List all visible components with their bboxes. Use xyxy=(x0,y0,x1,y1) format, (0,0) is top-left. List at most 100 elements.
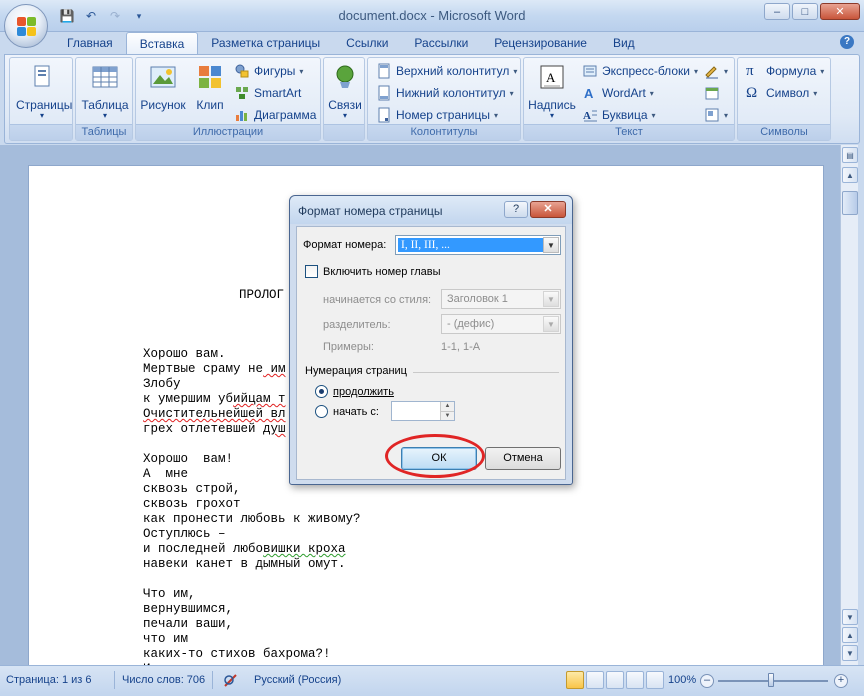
group-illustrations: Рисунок Клип Фигуры ▾ SmartArt Диаграмма … xyxy=(135,57,321,141)
object-button[interactable]: ▾ xyxy=(704,106,728,124)
tab-1[interactable]: Вставка xyxy=(125,32,199,54)
group-label-pages xyxy=(10,124,72,140)
clip-button[interactable]: Клип xyxy=(190,62,230,112)
document-heading: ПРОЛОГ xyxy=(239,288,285,302)
ruler-toggle-icon[interactable]: ▤ xyxy=(842,147,858,163)
dialog-close-button[interactable]: ✕ xyxy=(530,201,566,218)
tab-5[interactable]: Рецензирование xyxy=(481,32,600,54)
close-button[interactable]: ✕ xyxy=(820,3,860,20)
start-at-spinner[interactable]: ▲ ▼ xyxy=(391,401,455,421)
full-screen-reading-icon[interactable] xyxy=(586,671,604,689)
scroll-thumb[interactable] xyxy=(842,191,858,215)
document-line: Что им, xyxy=(143,587,196,601)
shapes-button[interactable]: Фигуры ▾ xyxy=(234,62,303,80)
previous-page-icon[interactable]: ▲ xyxy=(842,627,858,643)
continue-radio[interactable] xyxy=(315,385,328,398)
minimize-button[interactable]: – xyxy=(764,3,790,20)
clip-art-icon xyxy=(199,66,221,88)
page-count[interactable]: Страница: 1 из 6 xyxy=(6,674,92,686)
number-format-select[interactable]: I, II, III, ... ▼ xyxy=(395,235,561,255)
next-page-icon[interactable]: ▼ xyxy=(842,645,858,661)
pages-icon xyxy=(34,65,50,87)
outline-view-icon[interactable] xyxy=(626,671,644,689)
signature-line-button[interactable]: ▾ xyxy=(704,62,728,80)
group-links: Связи ▾ xyxy=(323,57,365,141)
document-line: Оступлюсь – xyxy=(143,527,226,541)
dialog-title-bar[interactable]: Формат номера страницы ? ✕ xyxy=(290,196,572,224)
scroll-up-icon[interactable]: ▲ xyxy=(842,167,858,183)
zoom-in-icon[interactable]: + xyxy=(834,674,848,688)
header-button[interactable]: Верхний колонтитул ▾ xyxy=(376,62,517,80)
table-button[interactable]: Таблица ▾ xyxy=(78,62,132,120)
vertical-scrollbar[interactable]: ▤ ▲ ▼ ▲ ▼ xyxy=(840,145,858,665)
word-count[interactable]: Число слов: 706 xyxy=(122,674,205,686)
symbol-button[interactable]: Ω Символ ▾ xyxy=(746,84,817,102)
zoom-slider-thumb[interactable] xyxy=(768,673,774,687)
group-label-links xyxy=(324,124,364,140)
document-line: и последней любовишки кроха xyxy=(143,542,346,556)
help-icon[interactable]: ? xyxy=(840,35,854,49)
spinner-up-icon[interactable]: ▲ xyxy=(440,402,454,411)
draft-view-icon[interactable] xyxy=(646,671,664,689)
dropcap-button[interactable]: A Буквица ▾ xyxy=(582,106,656,124)
proofing-icon[interactable] xyxy=(222,672,240,690)
footer-button[interactable]: Нижний колонтитул ▾ xyxy=(376,84,514,102)
signature-line-icon xyxy=(705,66,718,79)
numbering-section-label: Нумерация страниц xyxy=(305,365,407,377)
title-bar: 💾 ↶ ↷ ▾ document.docx - Microsoft Word –… xyxy=(0,0,864,32)
wordart-icon: A xyxy=(584,86,594,101)
number-format-value: I, II, III, ... xyxy=(398,238,546,252)
document-line: что им xyxy=(143,632,189,646)
separator-select[interactable]: - (дефис) ▼ xyxy=(441,314,561,334)
tab-0[interactable]: Главная xyxy=(54,32,126,54)
start-at-label[interactable]: начать с: xyxy=(333,406,379,418)
start-at-radio[interactable] xyxy=(315,405,328,418)
maximize-button[interactable]: □ xyxy=(792,3,818,20)
group-pages: Страницы ▾ xyxy=(9,57,73,141)
omega-icon: Ω xyxy=(746,85,758,101)
quickparts-button[interactable]: Экспресс-блоки ▾ xyxy=(582,62,698,80)
chevron-down-icon[interactable]: ▼ xyxy=(543,291,559,307)
tab-6[interactable]: Вид xyxy=(600,32,648,54)
document-line: сквозь грохот xyxy=(143,497,241,511)
tab-2[interactable]: Разметка страницы xyxy=(198,32,333,54)
tab-4[interactable]: Рассылки xyxy=(401,32,481,54)
page-number-icon xyxy=(378,107,390,123)
dropcap-icon: A xyxy=(583,110,597,122)
continue-label[interactable]: продолжить xyxy=(333,386,394,398)
wordart-button[interactable]: A WordArt ▾ xyxy=(582,84,654,102)
chart-button[interactable]: Диаграмма xyxy=(234,106,316,124)
table-icon xyxy=(92,66,118,88)
object-icon xyxy=(705,108,719,122)
group-text: A Надпись ▾ Экспресс-блоки ▾ A WordArt ▾ A … xyxy=(523,57,735,141)
smartart-button[interactable]: SmartArt xyxy=(234,84,301,102)
cancel-button[interactable]: Отмена xyxy=(485,447,561,470)
date-time-button[interactable] xyxy=(704,84,720,102)
chapter-style-select[interactable]: Заголовок 1 ▼ xyxy=(441,289,561,309)
links-button[interactable]: Связи ▾ xyxy=(326,62,364,120)
include-chapter-checkbox[interactable] xyxy=(305,265,318,278)
links-icon xyxy=(336,65,354,88)
chevron-down-icon[interactable]: ▼ xyxy=(543,316,559,332)
include-chapter-label[interactable]: Включить номер главы xyxy=(323,266,441,278)
formula-button[interactable]: π Формула ▾ xyxy=(746,62,824,80)
zoom-level[interactable]: 100% xyxy=(668,674,696,686)
pages-button[interactable]: Страницы ▾ xyxy=(16,62,72,120)
office-button[interactable] xyxy=(4,4,48,48)
tab-3[interactable]: Ссылки xyxy=(333,32,401,54)
scroll-down-icon[interactable]: ▼ xyxy=(842,609,858,625)
zoom-out-icon[interactable]: – xyxy=(700,674,714,688)
date-time-icon xyxy=(705,87,719,100)
web-layout-icon[interactable] xyxy=(606,671,624,689)
chevron-down-icon[interactable]: ▼ xyxy=(543,237,559,253)
page-number-button[interactable]: Номер страницы ▾ xyxy=(376,106,498,124)
footer-icon xyxy=(378,85,390,101)
picture-button[interactable]: Рисунок xyxy=(138,62,188,112)
print-layout-view-icon[interactable] xyxy=(566,671,584,689)
group-symbols: π Формула ▾ Ω Символ ▾ Символы xyxy=(737,57,831,141)
textbox-button[interactable]: A Надпись ▾ xyxy=(526,62,578,120)
language-indicator[interactable]: Русский (Россия) xyxy=(254,674,341,686)
spinner-down-icon[interactable]: ▼ xyxy=(440,411,454,420)
dialog-help-button[interactable]: ? xyxy=(504,201,528,218)
